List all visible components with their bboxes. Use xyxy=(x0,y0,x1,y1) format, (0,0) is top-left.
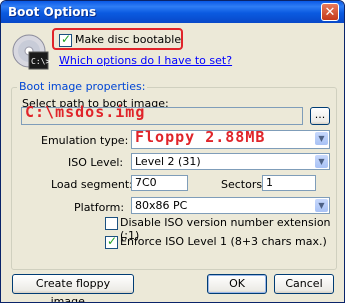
boot-options-window: Boot Options ✕ C:\> Make disc bootable W… xyxy=(0,0,345,303)
enforce-iso-level1-checkbox[interactable] xyxy=(105,234,118,249)
disable-iso-version-checkbox[interactable] xyxy=(105,217,118,230)
iso-level-label: ISO Level: xyxy=(68,156,124,169)
emulation-type-dropdown[interactable]: Floppy 2.88MB ▼ xyxy=(131,130,330,149)
make-bootable-label: Make disc bootable xyxy=(75,33,182,46)
window-title: Boot Options xyxy=(8,5,97,19)
sectors-field[interactable]: 1 xyxy=(262,175,316,191)
boot-image-path-field[interactable]: C:\msdos.img xyxy=(21,103,303,125)
chevron-down-icon: ▼ xyxy=(315,155,328,168)
platform-value: 80x86 PC xyxy=(135,199,188,212)
load-segment-field[interactable]: 7C0 xyxy=(131,175,188,191)
chevron-down-icon: ▼ xyxy=(315,199,328,212)
browse-button[interactable]: ... xyxy=(310,107,330,125)
group-title: Boot image properties: xyxy=(17,80,148,93)
platform-label: Platform: xyxy=(74,201,125,214)
cd-icon-prompt: C:\> xyxy=(31,57,50,66)
load-segment-label: Load segment: xyxy=(51,178,133,191)
chevron-down-icon: ▼ xyxy=(315,132,328,145)
help-link[interactable]: Which options do I have to set? xyxy=(59,54,232,67)
boot-image-path-value: C:\msdos.img xyxy=(25,103,146,121)
iso-level-value: Level 2 (31) xyxy=(135,155,201,168)
iso-level-dropdown[interactable]: Level 2 (31) ▼ xyxy=(131,153,330,170)
sectors-label: Sectors: xyxy=(221,178,266,191)
emulation-label: Emulation type: xyxy=(41,134,129,147)
make-bootable-checkbox[interactable] xyxy=(59,32,72,47)
enforce-iso-level1-label: Enforce ISO Level 1 (8+3 chars max.) xyxy=(120,235,327,248)
close-button[interactable]: ✕ xyxy=(321,3,339,21)
ok-button[interactable]: OK xyxy=(207,274,267,294)
emulation-type-value: Floppy 2.88MB xyxy=(135,128,266,146)
title-bar: Boot Options ✕ xyxy=(1,1,344,23)
cancel-button[interactable]: Cancel xyxy=(274,274,334,294)
create-floppy-image-button[interactable]: Create floppy image... xyxy=(12,274,134,302)
cd-command-prompt-icon: C:\> xyxy=(12,34,50,70)
platform-dropdown[interactable]: 80x86 PC ▼ xyxy=(131,197,330,214)
